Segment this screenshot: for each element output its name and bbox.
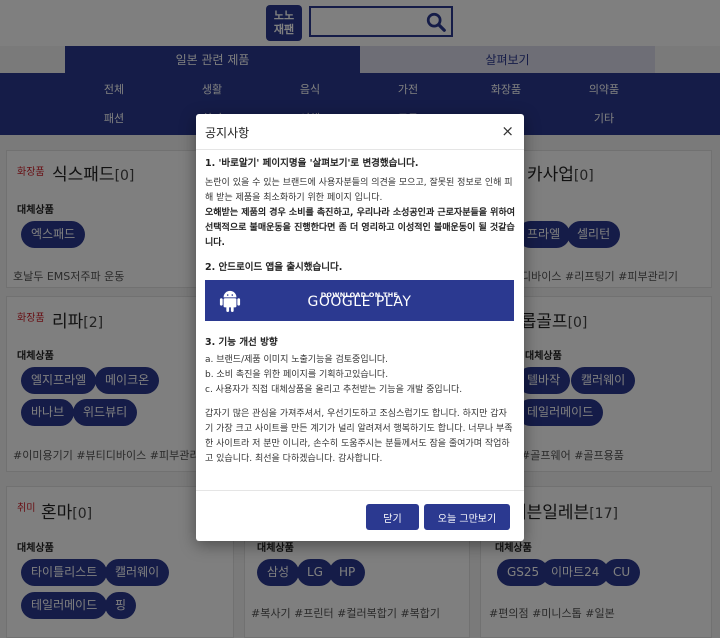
notice-thanks: 갑자기 많은 관심을 가져주셔서, 우선기도하고 조심스럽기도 합니다. 하지만… <box>205 409 513 464</box>
notice-section-title: 1. '바로알기' 페이지명을 '살펴보기'로 변경했습니다. <box>205 158 419 169</box>
notice-list-item: b. 소비 촉진을 위한 페이지를 기획하고있습니다. <box>205 370 389 380</box>
modal-footer: 닫기 오늘 그만보기 <box>196 490 524 541</box>
modal-title: 공지사항 <box>205 126 250 140</box>
modal-header: 공지사항 × <box>196 114 524 150</box>
notice-paragraph: 논란이 있을 수 있는 브랜드에 사용자분들의 의견을 모으고, 잘못된 정보로… <box>205 178 513 203</box>
notice-paragraph-bold: 오해받는 제품의 경우 소비를 촉진하고, 우리나라 소성공인과 근로자분들을 … <box>205 208 516 248</box>
notice-modal: 공지사항 × 1. '바로알기' 페이지명을 '살펴보기'로 변경했습니다. 논… <box>196 114 524 541</box>
close-icon[interactable]: × <box>501 122 514 140</box>
notice-section-title: 2. 안드로이드 앱을 출시했습니다. <box>205 262 343 273</box>
close-button[interactable]: 닫기 <box>366 504 419 530</box>
google-play-button[interactable]: DOWNLOAD ON THE GOOGLE PLAY <box>205 280 514 321</box>
notice-list-item: a. 브랜드/제품 이미지 노출기능을 검토중입니다. <box>205 355 389 365</box>
notice-list-item: c. 사용자가 직접 대체상품을 올리고 추천받는 기능을 개발 중입니다. <box>205 385 463 395</box>
google-play-big-text: GOOGLE PLAY <box>307 294 412 310</box>
hide-today-button[interactable]: 오늘 그만보기 <box>424 504 510 530</box>
notice-section-title: 3. 기능 개선 방향 <box>205 337 278 348</box>
modal-body: 1. '바로알기' 페이지명을 '살펴보기'로 변경했습니다. 논란이 있을 수… <box>205 156 515 467</box>
